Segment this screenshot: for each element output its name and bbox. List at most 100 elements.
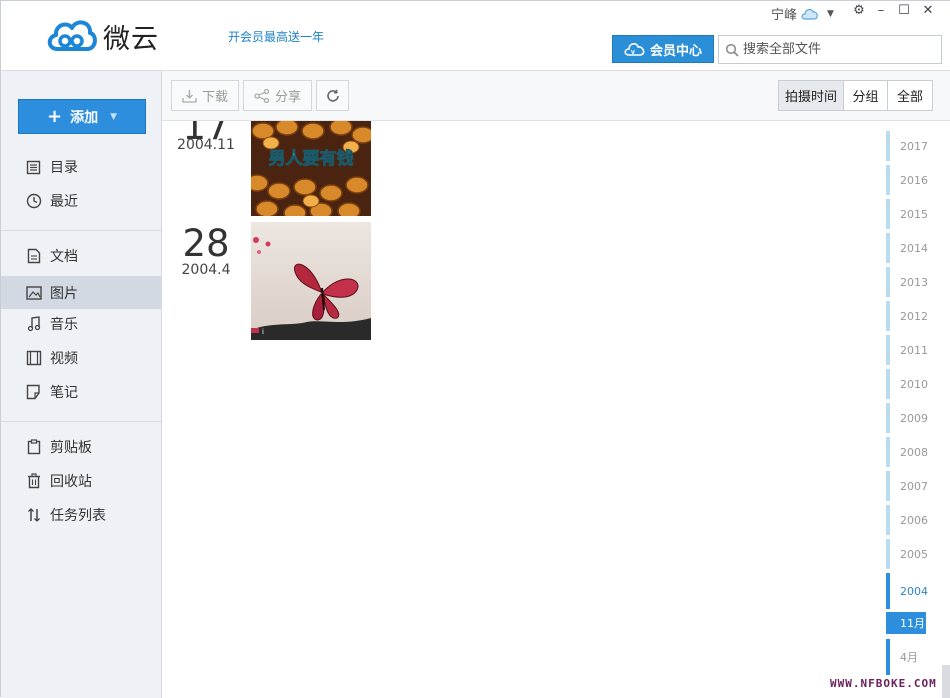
search-icon [725, 43, 739, 57]
image-icon [25, 284, 42, 301]
share-icon [254, 88, 270, 103]
sidebar-item-task-list[interactable]: 任务列表 [1, 499, 161, 531]
download-icon [182, 89, 197, 103]
photo-group-date: 2004.11 [177, 137, 235, 153]
window: 微云 开会员最高送一年 宁峰 ▼ ⚙ – ☐ ✕ v 会员中心 + 添加 ▼ 目… [0, 0, 950, 698]
sidebar-item-label: 文档 [50, 249, 78, 265]
clock-icon [25, 193, 42, 210]
timeline-year[interactable]: 2017 [886, 131, 936, 161]
timeline-year[interactable]: 2005 [886, 539, 936, 569]
vip-center-button[interactable]: v 会员中心 [612, 35, 714, 63]
sidebar-item-notes[interactable]: 笔记 [1, 376, 161, 408]
weiyun-logo-icon [47, 20, 97, 51]
timeline-year[interactable]: 2014 [886, 233, 936, 263]
download-button[interactable]: 下载 [171, 80, 239, 111]
clipboard-icon [25, 439, 42, 456]
add-button[interactable]: + 添加 ▼ [18, 99, 146, 134]
timeline-year[interactable]: 2015 [886, 199, 936, 229]
add-button-label: 添加 [70, 109, 99, 126]
document-icon [25, 248, 42, 265]
settings-gear-icon[interactable]: ⚙ [850, 3, 868, 18]
download-label: 下载 [201, 90, 228, 105]
photo-thumbnail[interactable]: 男人要有钱 [251, 121, 371, 216]
vip-center-label: 会员中心 [649, 43, 702, 59]
timeline-year[interactable]: 2006 [886, 505, 936, 535]
dropdown-caret-icon: ▼ [110, 111, 117, 122]
view-all-tab[interactable]: 全部 [887, 80, 933, 111]
timeline-year[interactable]: 2016 [886, 165, 936, 195]
sidebar-item-recent[interactable]: 最近 [1, 185, 161, 217]
sidebar-item-catalog[interactable]: 目录 [1, 151, 161, 183]
timeline-year[interactable]: 2010 [886, 369, 936, 399]
watermark: WWW.NFBOKE.COM [830, 677, 937, 690]
sidebar-item-label: 目录 [50, 160, 78, 176]
timeline-year[interactable]: 2013 [886, 267, 936, 297]
coins-photo: 男人要有钱 [251, 121, 371, 216]
sidebar-item-label: 笔记 [50, 385, 78, 401]
title-bar: 微云 开会员最高送一年 宁峰 ▼ ⚙ – ☐ ✕ v 会员中心 [1, 1, 950, 71]
photo-group-day: 28 [182, 222, 230, 265]
timeline-year-current[interactable]: 2004 [886, 573, 936, 609]
refresh-button[interactable] [316, 80, 349, 111]
search-input[interactable] [743, 42, 933, 57]
vip-promo-link[interactable]: 开会员最高送一年 [228, 28, 324, 45]
sidebar-item-label: 视频 [50, 351, 78, 367]
photo-group-date: 2004.4 [181, 262, 231, 278]
chevron-down-icon: ▼ [827, 8, 834, 19]
timeline-year[interactable]: 2008 [886, 437, 936, 467]
sidebar-divider [1, 421, 161, 422]
timeline-year[interactable]: 2012 [886, 301, 936, 331]
search-box[interactable] [718, 35, 942, 64]
timeline-year[interactable]: 2009 [886, 403, 936, 433]
photo-overlay-text: 男人要有钱 [269, 148, 354, 169]
close-icon[interactable]: ✕ [919, 3, 937, 18]
sidebar-item-documents[interactable]: 文档 [1, 240, 161, 272]
sidebar-item-recycle-bin[interactable]: 回收站 [1, 465, 161, 497]
vip-cloud-icon: v [624, 43, 645, 56]
sidebar-item-label: 最近 [50, 194, 78, 210]
plus-icon: + [46, 106, 63, 127]
timeline-year[interactable]: 2011 [886, 335, 936, 365]
share-button[interactable]: 分享 [243, 80, 312, 111]
refresh-icon [326, 89, 339, 102]
list-icon [25, 159, 42, 176]
photo-list: 17 2004.11 男人要有钱 28 2004.4 i [162, 121, 950, 698]
transfer-icon [25, 507, 42, 524]
svg-text:v: v [631, 49, 635, 56]
sidebar-item-label: 回收站 [50, 474, 92, 490]
sidebar-item-clipboard[interactable]: 剪贴板 [1, 431, 161, 463]
minimize-icon[interactable]: – [872, 3, 890, 18]
trash-icon [25, 473, 42, 490]
timeline-month-active[interactable]: 11月 [886, 612, 926, 634]
toolbar: 下载 分享 拍摄时间 分组 全部 [162, 71, 950, 121]
sidebar-divider [1, 230, 161, 231]
timeline-year[interactable]: 2007 [886, 471, 936, 501]
timeline-month[interactable]: 4月 [886, 639, 936, 675]
sidebar-item-music[interactable]: 音乐 [1, 308, 161, 340]
note-icon [25, 384, 42, 401]
photo-thumbnail[interactable]: i [251, 222, 371, 340]
film-icon [25, 350, 42, 367]
sidebar-item-label: 图片 [50, 285, 78, 302]
sidebar-item-images[interactable]: 图片 [1, 276, 161, 309]
butterfly-photo: i [251, 222, 371, 340]
view-by-group-tab[interactable]: 分组 [843, 80, 888, 111]
sidebar: + 添加 ▼ 目录 最近 文档 图片 音乐 视频 笔记 剪贴板 回收站 任务列表 [1, 71, 162, 698]
sidebar-item-label: 任务列表 [50, 508, 106, 524]
app-name: 微云 [103, 24, 159, 55]
scrollbar[interactable] [942, 665, 950, 698]
sidebar-item-label: 音乐 [50, 317, 78, 333]
user-name: 宁峰 [771, 8, 798, 23]
view-by-capture-time-tab[interactable]: 拍摄时间 [778, 80, 844, 111]
view-tab-label: 全部 [896, 90, 923, 105]
sidebar-item-videos[interactable]: 视频 [1, 342, 161, 374]
view-tab-label: 分组 [852, 90, 879, 105]
cloud-vip-icon [801, 8, 818, 20]
share-label: 分享 [274, 90, 301, 105]
user-menu[interactable]: 宁峰 ▼ [771, 4, 834, 23]
svg-text:i: i [262, 328, 264, 336]
view-tab-label: 拍摄时间 [784, 90, 837, 105]
maximize-icon[interactable]: ☐ [895, 3, 913, 18]
music-icon [25, 316, 42, 333]
sidebar-item-label: 剪贴板 [50, 440, 92, 456]
